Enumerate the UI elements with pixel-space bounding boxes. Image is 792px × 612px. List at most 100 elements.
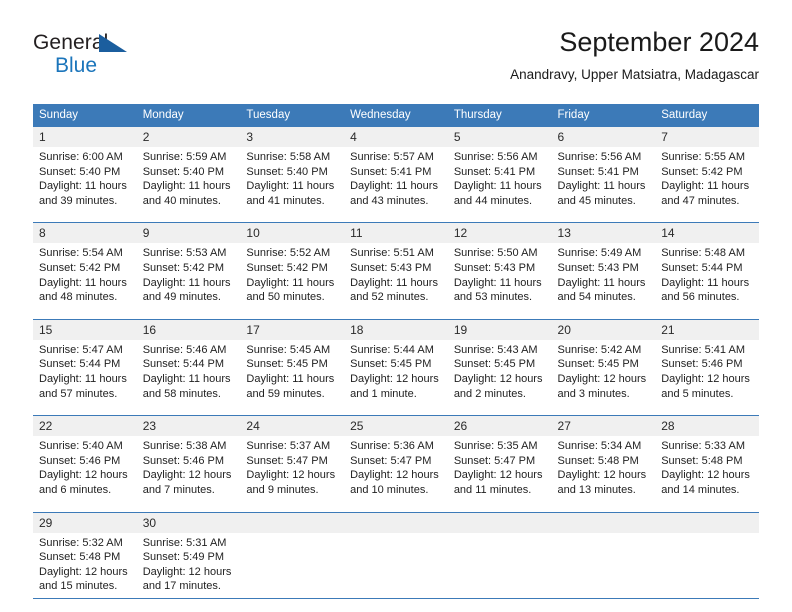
day-number[interactable]: 15 <box>33 318 137 340</box>
day-cell[interactable]: Sunrise: 5:43 AM Sunset: 5:45 PM Daylight:… <box>447 339 552 408</box>
day-sunset-text: Sunset: 5:42 PM <box>142 261 225 274</box>
day-sunrise-text: Sunrise: 5:53 AM <box>142 247 227 260</box>
day-cell[interactable]: Sunrise: 5:41 AM Sunset: 5:46 PM Daylight:… <box>655 339 759 408</box>
day-cell[interactable]: Sunrise: 5:52 AM Sunset: 5:42 PM Daylight:… <box>240 243 345 311</box>
day-number[interactable]: 19 <box>447 318 552 340</box>
day-number[interactable]: 4 <box>344 126 448 147</box>
day-number[interactable]: 30 <box>136 511 241 533</box>
day-cell[interactable]: Sunrise: 5:50 AM Sunset: 5:43 PM Daylight:… <box>447 243 552 311</box>
day-daylight-text: and 11 minutes. <box>453 483 532 496</box>
day-daylight-text: Daylight: 12 hours <box>39 565 128 578</box>
week-separator-cell <box>551 310 656 320</box>
day-number[interactable]: 1 <box>33 126 137 147</box>
day-daylight-text: and 43 minutes. <box>350 194 429 207</box>
week-separator <box>33 310 759 320</box>
day-cell[interactable]: Sunrise: 5:57 AM Sunset: 5:41 PM Daylight:… <box>344 147 448 215</box>
day-daylight-text: and 47 minutes. <box>661 194 740 207</box>
day-number[interactable]: 2 <box>136 126 241 147</box>
week-separator-cell <box>447 503 552 512</box>
day-sunset-text: Sunset: 5:45 PM <box>246 358 328 371</box>
day-number[interactable]: 22 <box>33 415 137 437</box>
day-cell[interactable]: Sunrise: 5:48 AM Sunset: 5:44 PM Daylight:… <box>655 243 759 311</box>
weekday-header-monday: Monday <box>136 104 241 126</box>
day-number[interactable]: 23 <box>136 415 241 437</box>
day-cell[interactable]: Sunrise: 5:45 AM Sunset: 5:45 PM Daylight:… <box>240 339 345 408</box>
day-cell[interactable]: Sunrise: 5:51 AM Sunset: 5:43 PM Daylight:… <box>344 243 448 311</box>
day-number-row: 22 23 24 25 26 27 28 <box>33 415 759 437</box>
day-sunset-text: Sunset: 5:47 PM <box>453 454 536 467</box>
day-cell[interactable]: Sunrise: 5:42 AM Sunset: 5:45 PM Daylight:… <box>551 339 656 408</box>
weekday-header-saturday: Saturday <box>655 104 759 126</box>
calendar-bottom-rule <box>33 598 759 599</box>
day-cell[interactable]: Sunrise: 5:49 AM Sunset: 5:43 PM Daylight:… <box>551 243 656 311</box>
day-number[interactable]: 20 <box>551 318 656 340</box>
day-sunset-text: Sunset: 5:45 PM <box>350 358 432 371</box>
day-number[interactable]: 6 <box>551 126 656 147</box>
day-sunrise-text: Sunrise: 5:32 AM <box>39 536 123 549</box>
day-daylight-text: and 45 minutes. <box>557 194 636 207</box>
week-separator-cell <box>136 407 241 416</box>
day-number[interactable]: 11 <box>344 222 448 244</box>
day-sunrise-text: Sunrise: 5:34 AM <box>557 440 642 453</box>
day-daylight-text: Daylight: 11 hours <box>246 180 335 193</box>
day-cell[interactable]: Sunrise: 5:31 AM Sunset: 5:49 PM Daylight:… <box>136 532 241 600</box>
day-number[interactable]: 3 <box>240 126 345 147</box>
day-cell[interactable]: Sunrise: 5:44 AM Sunset: 5:45 PM Daylight:… <box>344 339 448 408</box>
day-cell[interactable]: Sunrise: 5:56 AM Sunset: 5:41 PM Daylight:… <box>551 147 656 215</box>
week-separator-cell <box>655 407 759 416</box>
day-number[interactable]: 25 <box>344 415 448 437</box>
day-number[interactable]: 9 <box>136 222 241 244</box>
day-number-empty <box>344 511 448 533</box>
day-number[interactable]: 18 <box>344 318 448 340</box>
week-separator-cell <box>551 503 656 512</box>
day-daylight-text: Daylight: 12 hours <box>142 565 232 578</box>
day-cell[interactable]: Sunrise: 5:40 AM Sunset: 5:46 PM Daylight:… <box>33 436 137 504</box>
day-cell[interactable]: Sunrise: 5:53 AM Sunset: 5:42 PM Daylight:… <box>136 243 241 311</box>
day-cell[interactable]: Sunrise: 5:56 AM Sunset: 5:41 PM Daylight:… <box>447 147 552 215</box>
day-cell[interactable]: Sunrise: 5:38 AM Sunset: 5:46 PM Daylight:… <box>136 436 241 504</box>
weekday-header-thursday: Thursday <box>447 104 552 126</box>
day-cell[interactable]: Sunrise: 5:55 AM Sunset: 5:42 PM Daylight:… <box>655 147 759 215</box>
day-cell[interactable]: Sunrise: 5:37 AM Sunset: 5:47 PM Daylight:… <box>240 436 345 504</box>
day-number[interactable]: 26 <box>447 415 552 437</box>
day-sunset-text: Sunset: 5:46 PM <box>142 454 225 467</box>
day-cell-empty <box>240 532 345 600</box>
day-daylight-text: and 5 minutes. <box>661 387 734 400</box>
day-sunrise-text: Sunrise: 5:51 AM <box>350 247 434 260</box>
week-separator-cell <box>240 310 345 320</box>
day-cell[interactable]: Sunrise: 5:58 AM Sunset: 5:40 PM Daylight:… <box>240 147 345 215</box>
day-number[interactable]: 7 <box>655 126 759 147</box>
day-cell[interactable]: Sunrise: 5:36 AM Sunset: 5:47 PM Daylight:… <box>344 436 448 504</box>
day-cell[interactable]: Sunrise: 5:46 AM Sunset: 5:44 PM Daylight:… <box>136 339 241 408</box>
day-number[interactable]: 24 <box>240 415 345 437</box>
day-cell[interactable]: Sunrise: 5:54 AM Sunset: 5:42 PM Daylight:… <box>33 243 137 311</box>
day-number[interactable]: 27 <box>551 415 656 437</box>
day-number[interactable]: 16 <box>136 318 241 340</box>
day-cell[interactable]: Sunrise: 5:59 AM Sunset: 5:40 PM Daylight:… <box>136 147 241 215</box>
day-cell[interactable]: Sunrise: 6:00 AM Sunset: 5:40 PM Daylight:… <box>33 147 137 215</box>
day-number[interactable]: 13 <box>551 222 656 244</box>
day-number[interactable]: 10 <box>240 222 345 244</box>
day-number[interactable]: 8 <box>33 222 137 244</box>
day-number[interactable]: 28 <box>655 415 759 437</box>
day-cell-empty <box>344 532 448 600</box>
day-number[interactable]: 14 <box>655 222 759 244</box>
day-cell[interactable]: Sunrise: 5:35 AM Sunset: 5:47 PM Daylight:… <box>447 436 552 504</box>
day-number[interactable]: 5 <box>447 126 552 147</box>
day-cell[interactable]: Sunrise: 5:32 AM Sunset: 5:48 PM Daylight:… <box>33 532 137 600</box>
day-sunrise-text: Sunrise: 5:38 AM <box>142 440 227 453</box>
day-number[interactable]: 21 <box>655 318 759 340</box>
day-number[interactable]: 17 <box>240 318 345 340</box>
day-detail-row: Sunrise: 5:47 AM Sunset: 5:44 PM Daylight:… <box>33 339 759 408</box>
day-number-row: 29 30 <box>33 511 759 533</box>
day-cell[interactable]: Sunrise: 5:47 AM Sunset: 5:44 PM Daylight:… <box>33 339 137 408</box>
day-cell[interactable]: Sunrise: 5:34 AM Sunset: 5:48 PM Daylight:… <box>551 436 656 504</box>
day-cell[interactable]: Sunrise: 5:33 AM Sunset: 5:48 PM Daylight:… <box>655 436 759 504</box>
day-sunset-text: Sunset: 5:48 PM <box>661 454 743 467</box>
week-separator-cell <box>240 407 345 416</box>
day-number[interactable]: 12 <box>447 222 552 244</box>
week-separator-cell <box>655 503 759 512</box>
day-daylight-text: Daylight: 12 hours <box>453 372 543 385</box>
day-sunset-text: Sunset: 5:43 PM <box>350 261 432 274</box>
day-number[interactable]: 29 <box>33 511 137 533</box>
